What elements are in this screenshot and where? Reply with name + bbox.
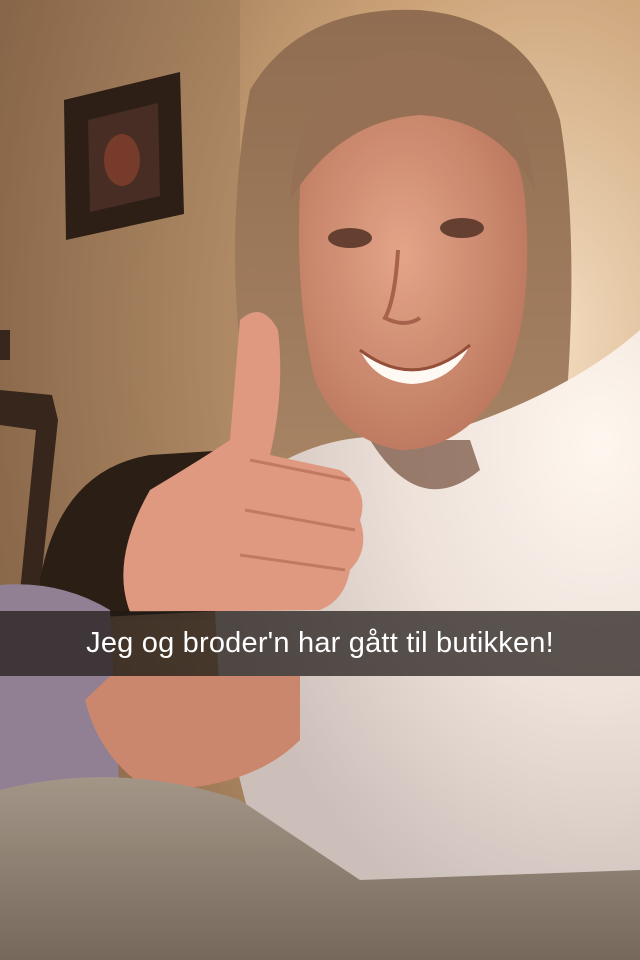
- selfie-photo: [0, 0, 640, 960]
- snap-view: Jeg og broder'n har gått til butikken!: [0, 0, 640, 960]
- caption-bar: Jeg og broder'n har gått til butikken!: [0, 611, 640, 676]
- caption-text: Jeg og broder'n har gått til butikken!: [86, 627, 554, 659]
